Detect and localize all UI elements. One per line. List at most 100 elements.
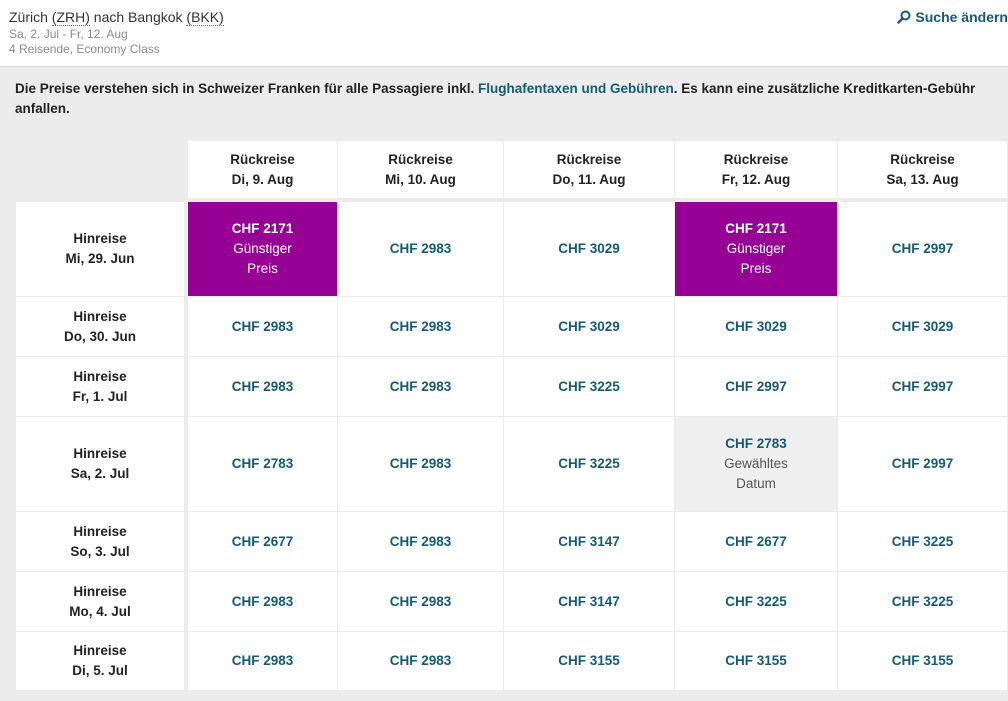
price-notice: Die Preise verstehen sich in Schweizer F…: [15, 79, 995, 119]
price-value: CHF 2783: [725, 436, 787, 451]
price-cell[interactable]: CHF 2983: [338, 202, 503, 296]
price-cell[interactable]: CHF 3155: [675, 632, 837, 690]
price-value: CHF 3155: [891, 653, 954, 668]
outbound-date-header-5: Hinreise So, 3. Jul: [16, 512, 184, 571]
price-value: CHF 3225: [558, 378, 620, 394]
price-notice-text-1: Die Preise verstehen sich in Schweizer F…: [15, 81, 478, 96]
price-value: CHF 2997: [725, 378, 787, 394]
search-summary-header: Zürich (ZRH) nach Bangkok (BKK) Sa, 2. J…: [0, 0, 1008, 67]
price-value: CHF 2983: [389, 533, 452, 549]
price-value: CHF 3147: [558, 533, 620, 549]
price-cell[interactable]: CHF 2983: [338, 417, 503, 511]
return-date: Fr, 12. Aug: [721, 171, 791, 187]
outbound-date: So, 3. Jul: [70, 543, 130, 559]
outbound-date: Do, 30. Jun: [63, 328, 136, 344]
price-cell[interactable]: CHF 2983: [338, 357, 503, 416]
outbound-label: Hinreise: [73, 446, 127, 461]
price-cell[interactable]: CHF 3225: [838, 512, 1007, 571]
price-cell[interactable]: CHF 2997: [838, 357, 1007, 416]
outbound-date-header-3: Hinreise Fr, 1. Jul: [16, 357, 184, 416]
selected-date-label: Datum: [736, 476, 776, 491]
origin-city: Zürich: [9, 9, 48, 25]
price-value: CHF 3029: [725, 318, 787, 334]
price-cell[interactable]: CHF 3147: [504, 512, 674, 571]
cheapest-label: Preis: [740, 261, 772, 276]
price-cell[interactable]: CHF 2983: [338, 632, 503, 690]
price-cell[interactable]: CHF 2783: [188, 417, 337, 511]
price-value: CHF 2997: [891, 456, 954, 471]
price-value: CHF 3029: [558, 241, 620, 256]
price-cell[interactable]: CHF 2983: [188, 632, 337, 690]
price-cell[interactable]: CHF 2983: [338, 512, 503, 571]
price-cell[interactable]: CHF 2983: [338, 297, 503, 356]
price-value: CHF 2983: [231, 378, 294, 394]
price-cell[interactable]: CHF 2997: [838, 417, 1007, 511]
price-cell[interactable]: CHF 2983: [338, 572, 503, 631]
price-cell[interactable]: CHF 2983: [188, 297, 337, 356]
origin-code: (ZRH): [51, 9, 90, 26]
price-cell[interactable]: CHF 3029: [838, 297, 1007, 356]
price-cell[interactable]: CHF 3029: [504, 297, 674, 356]
price-value: CHF 2171: [725, 221, 787, 236]
return-label: Rückreise: [890, 151, 955, 167]
price-value: CHF 3225: [558, 456, 620, 471]
price-cell[interactable]: CHF 2677: [675, 512, 837, 571]
outbound-label: Hinreise: [73, 643, 127, 658]
outbound-date-header-4: Hinreise Sa, 2. Jul: [16, 417, 184, 511]
taxes-fees-link[interactable]: Flughafentaxen und Gebühren: [478, 81, 674, 96]
outbound-label: Hinreise: [73, 368, 127, 384]
price-cell[interactable]: CHF 3225: [504, 417, 674, 511]
price-cell[interactable]: CHF 3225: [838, 572, 1007, 631]
cheapest-label: Günstiger: [233, 241, 292, 256]
return-date-header-5: Rückreise Sa, 13. Aug: [838, 141, 1007, 198]
return-date: Di, 9. Aug: [231, 171, 294, 187]
return-label: Rückreise: [723, 151, 789, 167]
price-cell[interactable]: CHF 3225: [504, 357, 674, 416]
price-value: CHF 3029: [891, 318, 954, 334]
route-title: Zürich (ZRH) nach Bangkok (BKK): [9, 9, 224, 26]
price-cell[interactable]: CHF 3029: [675, 297, 837, 356]
price-cell[interactable]: CHF 2677: [188, 512, 337, 571]
price-cell-cheapest[interactable]: CHF 2171 Günstiger Preis: [188, 202, 337, 296]
travel-dates: Sa, 2. Jul - Fr, 12. Aug: [9, 27, 128, 41]
change-search-label: Suche ändern: [915, 9, 1008, 25]
outbound-label: Hinreise: [73, 308, 127, 324]
outbound-date: Fr, 1. Jul: [72, 388, 128, 404]
return-date-header-1: Rückreise Di, 9. Aug: [188, 141, 337, 198]
price-value: CHF 2997: [891, 378, 954, 394]
outbound-label: Hinreise: [73, 231, 127, 246]
price-cell[interactable]: CHF 2983: [188, 572, 337, 631]
outbound-date: Mo, 4. Jul: [69, 603, 131, 619]
price-cell[interactable]: CHF 3225: [675, 572, 837, 631]
price-cell-cheapest[interactable]: CHF 2171 Günstiger Preis: [675, 202, 837, 296]
return-date: Sa, 13. Aug: [886, 171, 959, 187]
price-value: CHF 2983: [389, 318, 452, 334]
price-value: CHF 2983: [389, 241, 452, 256]
price-value: CHF 3225: [725, 593, 787, 609]
price-value: CHF 2983: [231, 318, 294, 334]
price-value: CHF 3155: [725, 653, 787, 668]
outbound-date: Di, 5. Jul: [72, 663, 128, 678]
price-cell[interactable]: CHF 3155: [504, 632, 674, 690]
price-cell[interactable]: CHF 2983: [188, 357, 337, 416]
route-connector: nach: [93, 9, 125, 25]
return-label: Rückreise: [230, 151, 295, 167]
price-cell[interactable]: CHF 2997: [675, 357, 837, 416]
price-cell[interactable]: CHF 3029: [504, 202, 674, 296]
price-cell-selected[interactable]: CHF 2783 Gewähltes Datum: [675, 417, 837, 511]
change-search-button[interactable]: Suche ändern: [897, 9, 1008, 25]
price-cell[interactable]: CHF 3155: [838, 632, 1007, 690]
return-date-header-2: Rückreise Mi, 10. Aug: [338, 141, 503, 198]
price-value: CHF 2983: [389, 378, 452, 394]
price-value: CHF 3147: [558, 593, 620, 609]
price-cell[interactable]: CHF 3147: [504, 572, 674, 631]
outbound-label: Hinreise: [73, 583, 127, 599]
return-label: Rückreise: [388, 151, 453, 167]
outbound-label: Hinreise: [73, 523, 127, 539]
price-value: CHF 2983: [231, 653, 294, 668]
outbound-date-header-1: Hinreise Mi, 29. Jun: [16, 202, 184, 296]
price-value: CHF 2783: [231, 456, 294, 471]
price-value: CHF 2983: [231, 593, 294, 609]
price-cell[interactable]: CHF 2997: [838, 202, 1007, 296]
search-icon: [897, 10, 911, 24]
